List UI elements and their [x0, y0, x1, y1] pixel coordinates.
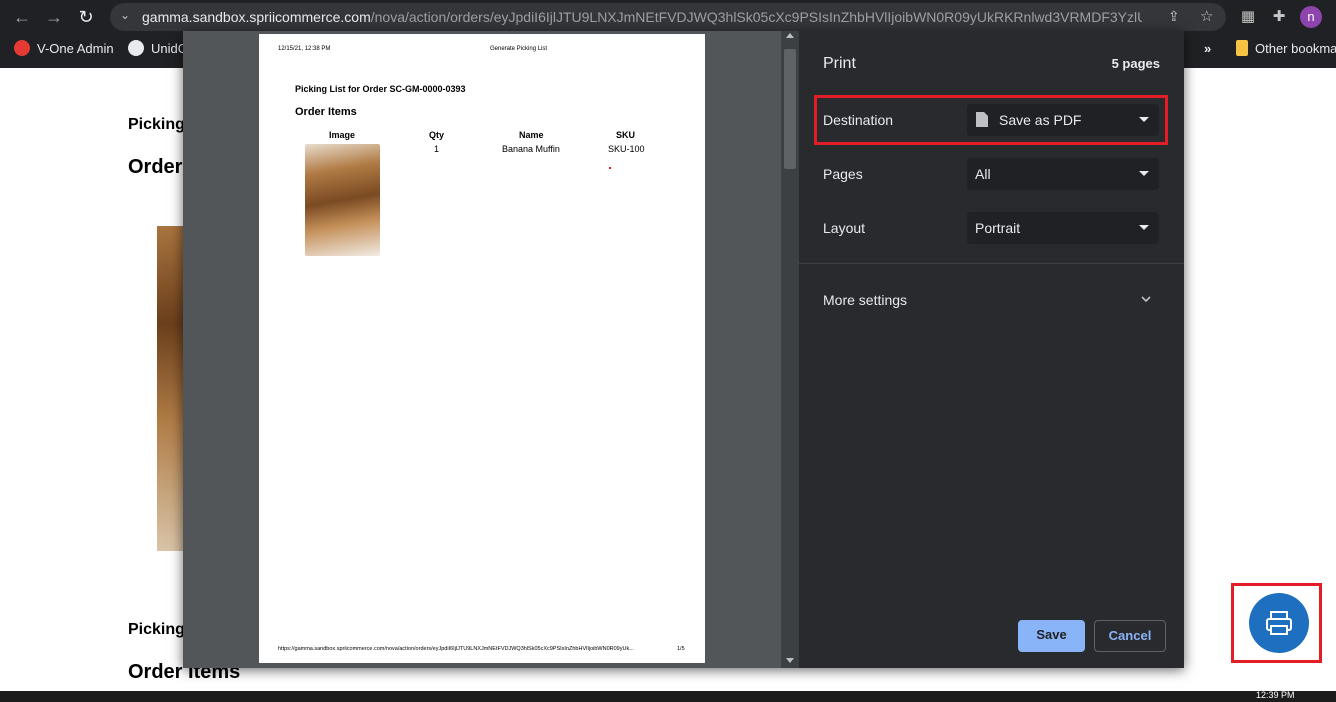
url-path: /nova/action/orders/eyJpdiI6IjlJTU9LNXJm… — [370, 9, 1142, 25]
page-heading-order: Order — [128, 156, 183, 178]
reload-icon[interactable]: ↻ — [74, 6, 98, 28]
printer-icon — [1266, 611, 1292, 635]
preview-sku: SKU-100 — [608, 144, 645, 154]
preview-doc-title: Picking List for Order SC-GM-0000-0393 — [295, 84, 466, 94]
layout-select[interactable]: Portrait — [967, 212, 1159, 244]
puzzle-icon[interactable]: ✚ — [1269, 7, 1289, 27]
preview-col-image: Image — [329, 130, 356, 140]
bookmark-v-one-admin[interactable]: V-One Admin — [14, 40, 114, 58]
url-text[interactable]: gamma.sandbox.spriicommerce.com/nova/act… — [142, 9, 1142, 25]
save-button[interactable]: Save — [1018, 620, 1085, 652]
bookmark-label: UnidC — [151, 41, 188, 56]
folder-icon — [1236, 40, 1248, 56]
print-preview: 12/15/21, 12:38 PM Generate Picking List… — [183, 31, 781, 668]
site-info-icon[interactable]: ⌄ — [120, 8, 130, 22]
chevron-down-icon — [1139, 171, 1149, 176]
preview-scrollbar[interactable] — [781, 31, 799, 668]
scrollbar-thumb[interactable] — [784, 49, 796, 169]
address-bar[interactable]: ⌄ gamma.sandbox.spriicommerce.com/nova/a… — [110, 3, 1226, 31]
v-one-logo-icon — [14, 40, 30, 56]
taskbar-clock: 12:39 PM — [1256, 690, 1295, 700]
preview-col-sku: SKU — [616, 130, 636, 140]
pages-select[interactable]: All — [967, 158, 1159, 190]
document-icon — [976, 112, 988, 127]
bookmark-other-bookmarks[interactable]: Other bookma — [1236, 40, 1336, 58]
preview-footer-url: https://gamma.sandbox.spriicommerce.com/… — [278, 646, 634, 652]
layout-value: Portrait — [975, 220, 1021, 236]
scroll-up-icon[interactable] — [786, 33, 794, 38]
bookmark-label: Other bookma — [1255, 41, 1336, 56]
star-icon[interactable]: ☆ — [1200, 7, 1213, 25]
destination-select[interactable]: Save as PDF — [967, 104, 1159, 136]
print-title: Print — [823, 55, 856, 72]
taskbar: 12:39 PM — [0, 691, 1336, 702]
print-fab-button[interactable] — [1249, 593, 1309, 653]
destination-value: Save as PDF — [999, 112, 1082, 128]
more-settings-toggle[interactable]: More settings — [799, 281, 1184, 317]
bookmark-label: V-One Admin — [37, 41, 114, 56]
preview-col-name: Name — [519, 130, 544, 140]
bookmark-unidc[interactable]: UnidC — [128, 40, 187, 58]
page-count: 5 pages — [1111, 56, 1160, 71]
chevron-down-icon — [1139, 117, 1149, 122]
scroll-down-icon[interactable] — [786, 658, 794, 663]
preview-header-title: Generate Picking List — [490, 46, 548, 52]
print-settings-panel: Print 5 pages Destination Save as PDF Pa… — [799, 31, 1184, 668]
preview-muffin-image — [305, 144, 380, 256]
page-heading-picking-2: Picking — [128, 621, 185, 638]
preview-qty: 1 — [434, 144, 440, 154]
globe-icon — [128, 40, 144, 56]
chevron-down-icon — [1141, 296, 1151, 303]
chevron-down-icon — [1139, 225, 1149, 230]
preview-header-date: 12/15/21, 12:38 PM — [278, 46, 331, 52]
page-heading-picking: Picking — [128, 116, 185, 133]
url-host: gamma.sandbox.spriicommerce.com — [142, 9, 371, 25]
preview-name: Banana Muffin — [502, 144, 560, 154]
preview-footer-page: 1/5 — [677, 646, 685, 652]
share-icon[interactable]: ⇪ — [1168, 8, 1180, 25]
cancel-button[interactable]: Cancel — [1094, 620, 1166, 652]
print-dialog: 12/15/21, 12:38 PM Generate Picking List… — [183, 31, 1184, 668]
avatar[interactable]: n — [1300, 6, 1322, 28]
bookmarks-overflow-button[interactable]: » — [1204, 40, 1211, 58]
more-settings-label: More settings — [823, 292, 908, 308]
extension-icon[interactable]: ▦ — [1238, 7, 1258, 27]
divider — [799, 263, 1184, 264]
destination-label: Destination — [823, 112, 894, 128]
forward-arrow-icon[interactable]: → — [42, 6, 66, 28]
preview-page: 12/15/21, 12:38 PM Generate Picking List… — [259, 34, 705, 663]
back-arrow-icon[interactable]: ← — [10, 6, 34, 28]
preview-col-qty: Qty — [429, 130, 445, 140]
layout-label: Layout — [823, 220, 866, 236]
preview-section-title: Order Items — [295, 106, 357, 118]
pages-label: Pages — [823, 166, 863, 182]
preview-dot — [609, 167, 611, 169]
pages-value: All — [975, 166, 991, 182]
